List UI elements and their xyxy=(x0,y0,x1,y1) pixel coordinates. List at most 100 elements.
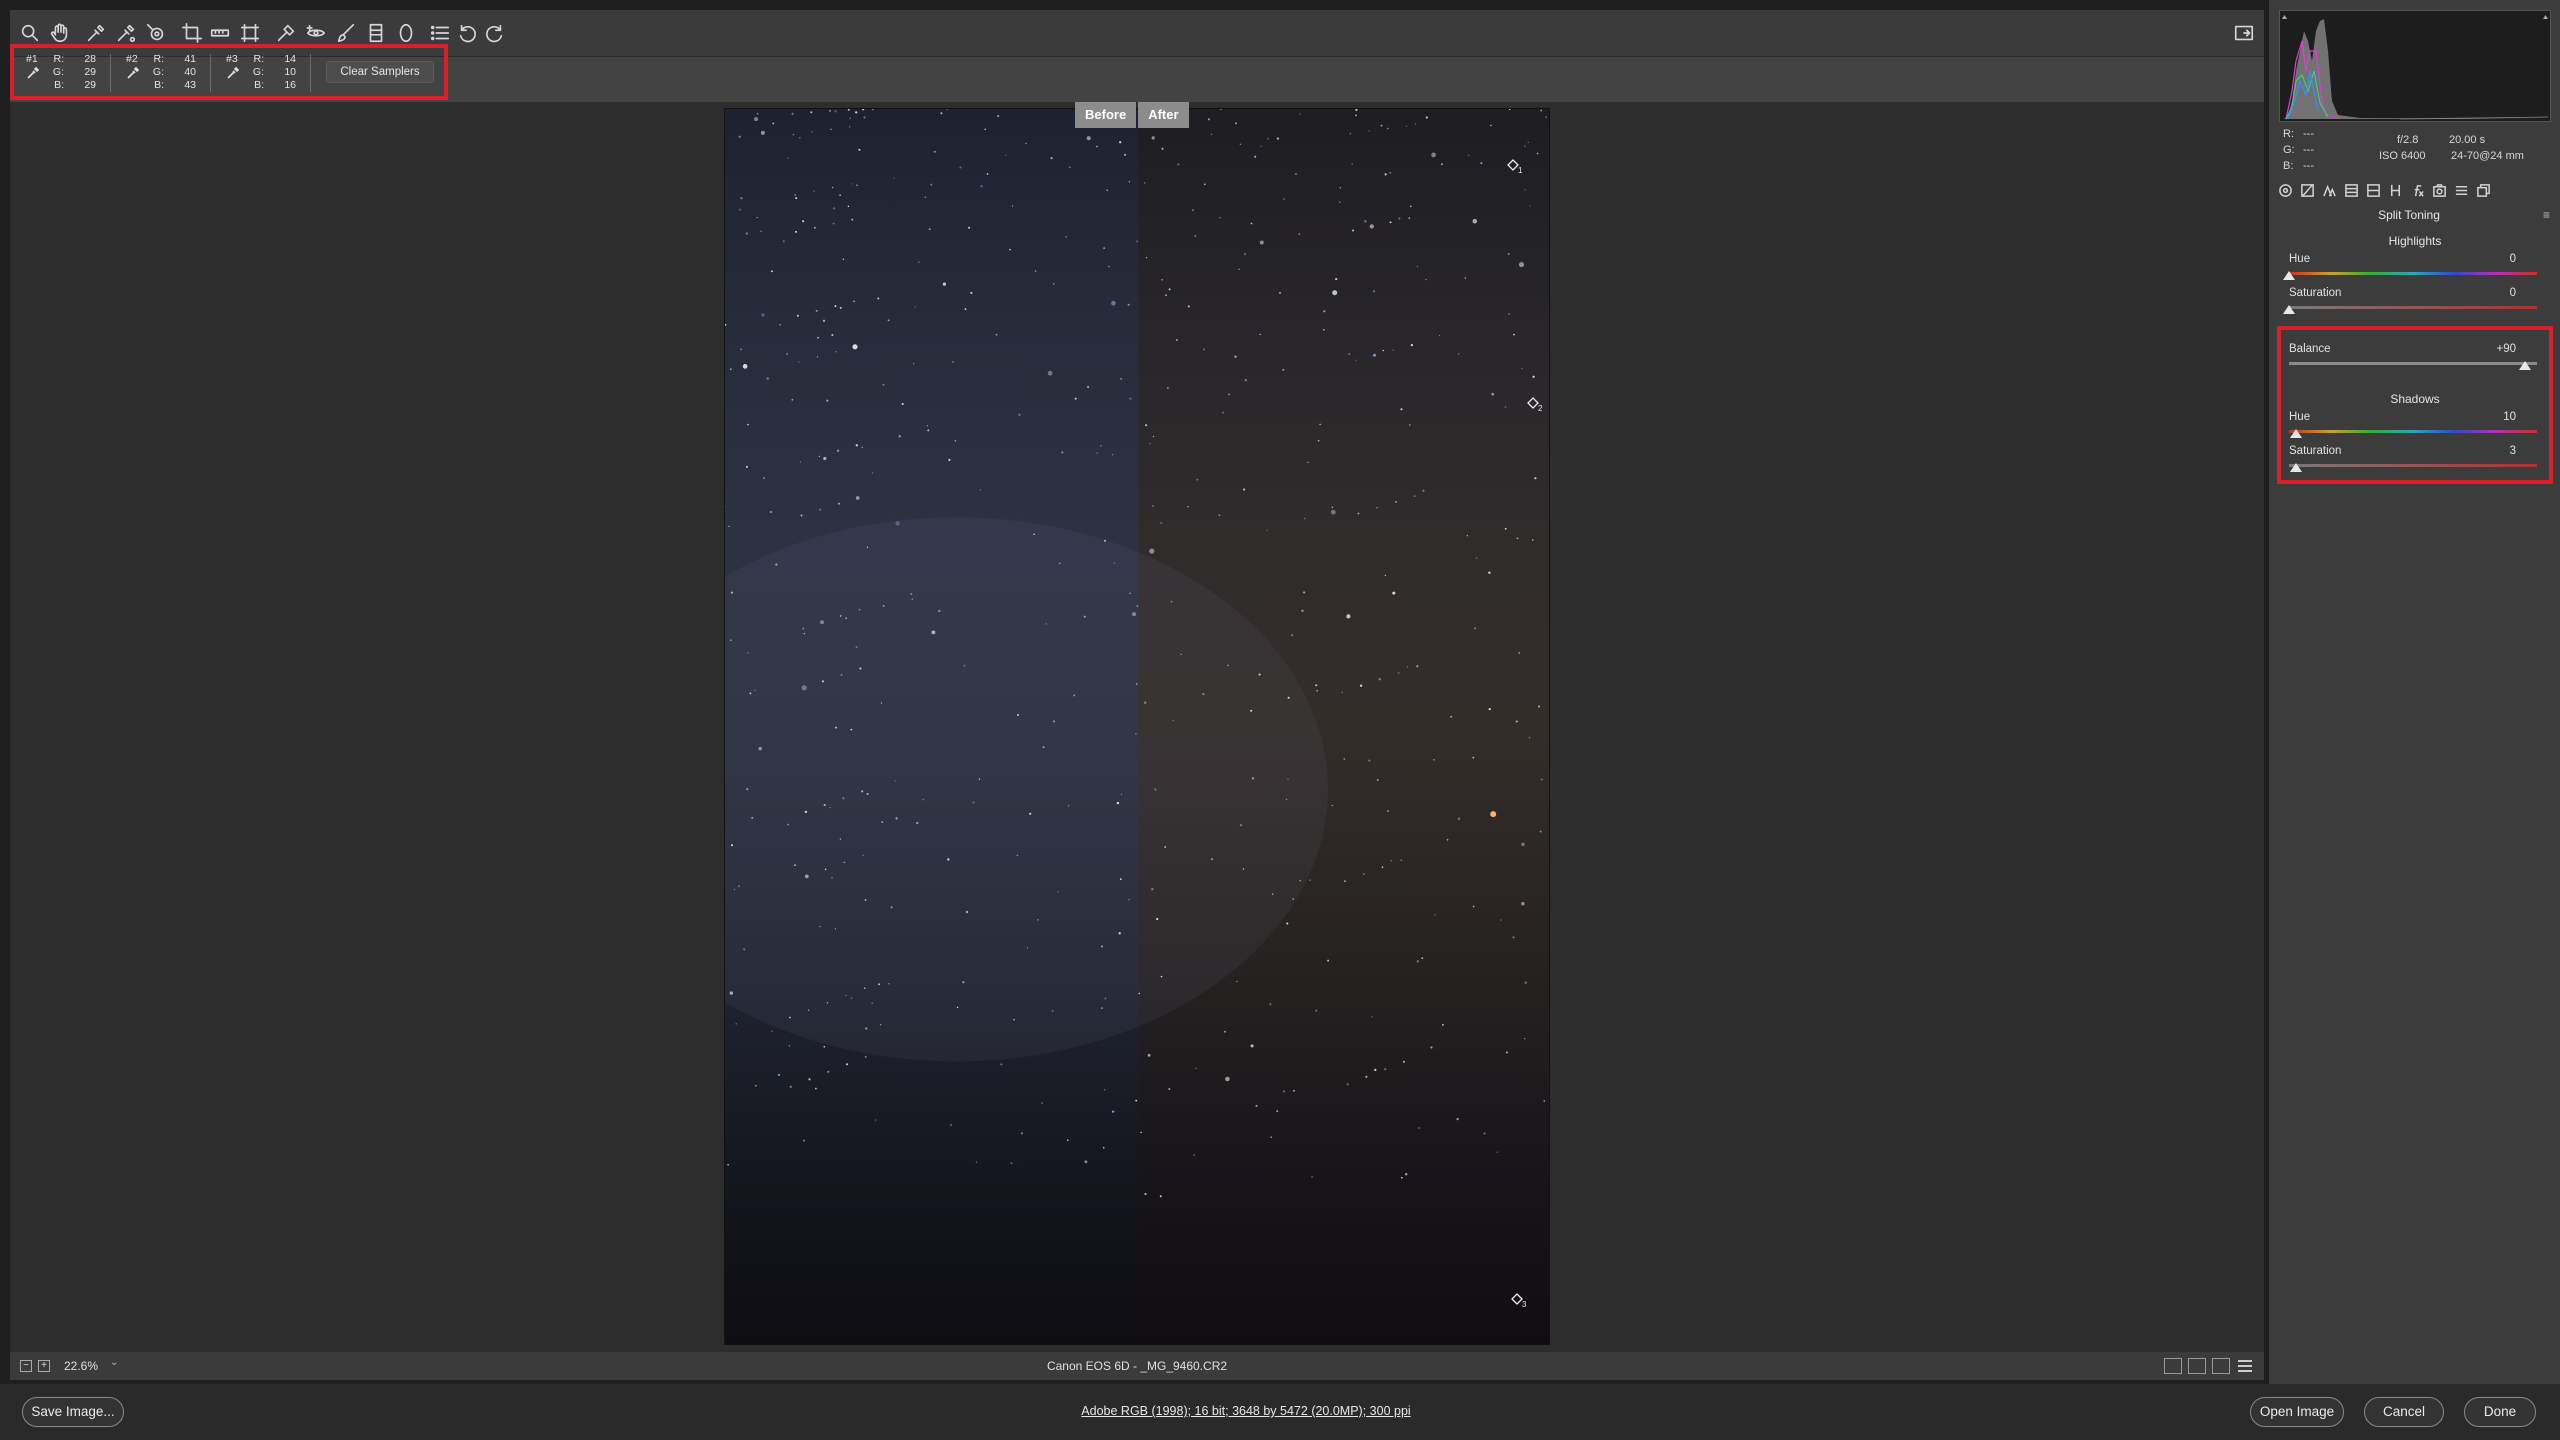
detail-tab-icon[interactable] xyxy=(2321,182,2337,198)
spot-removal-icon[interactable] xyxy=(274,21,298,45)
info-b-value: --- xyxy=(2303,160,2314,172)
shadows-saturation-slider[interactable] xyxy=(2289,464,2537,467)
before-after-labels: Before After xyxy=(1075,102,1189,128)
sampler-marker-label: 3 xyxy=(1522,1300,1527,1309)
crop-icon[interactable] xyxy=(180,21,204,45)
aperture-value: f/2.8 xyxy=(2397,134,2419,146)
green-value: 10 xyxy=(284,66,296,78)
lens-corrections-tab-icon[interactable] xyxy=(2387,182,2403,198)
transform-icon[interactable] xyxy=(238,21,262,45)
iso-value: ISO 6400 xyxy=(2379,150,2426,162)
panel-title: Split Toning xyxy=(2378,208,2440,222)
zoom-icon[interactable] xyxy=(18,21,42,45)
file-name: Canon EOS 6D - _MG_9460.CR2 xyxy=(1046,1359,1228,1373)
highlights-hue-value[interactable]: 0 xyxy=(2510,253,2516,265)
targeted-adjustment-icon[interactable] xyxy=(144,21,168,45)
tone-curve-tab-icon[interactable] xyxy=(2299,182,2315,198)
preview-image[interactable]: 1 2 3 xyxy=(724,108,1550,1345)
panel-tabs xyxy=(2275,182,2555,200)
presets-tab-icon[interactable] xyxy=(2453,182,2469,198)
effects-tab-icon[interactable] xyxy=(2409,182,2425,198)
camera-calibration-tab-icon[interactable] xyxy=(2431,182,2447,198)
sampler-eyedropper-icon[interactable] xyxy=(126,66,140,80)
clear-samplers-button[interactable]: Clear Samplers xyxy=(326,61,434,83)
sampler-marker-2[interactable]: 2 xyxy=(1527,397,1543,413)
presets-list-icon[interactable] xyxy=(428,21,452,45)
color-sampler-icon[interactable] xyxy=(114,21,138,45)
info-g-label: G: xyxy=(2283,144,2295,156)
before-label: Before xyxy=(1075,102,1137,128)
sampler-marker-label: 1 xyxy=(1518,166,1523,175)
cancel-button[interactable]: Cancel xyxy=(2364,1397,2444,1427)
highlights-saturation-label: Saturation xyxy=(2289,287,2342,299)
radial-filter-icon[interactable] xyxy=(394,21,418,45)
basic-tab-icon[interactable] xyxy=(2277,182,2293,198)
sampler-divider xyxy=(110,54,111,92)
blue-label: B: xyxy=(254,79,264,91)
hand-icon[interactable] xyxy=(48,21,72,45)
sampler-eyedropper-icon[interactable] xyxy=(226,66,240,80)
before-after-view-icon[interactable] xyxy=(2164,1358,2182,1374)
green-label: G: xyxy=(52,66,64,78)
shadows-hue-value[interactable]: 10 xyxy=(2503,411,2516,423)
sampler-marker-3[interactable]: 3 xyxy=(1511,1293,1527,1309)
graduated-filter-icon[interactable] xyxy=(364,21,388,45)
shadows-hue-label: Hue xyxy=(2289,411,2311,423)
shadows-hue-slider[interactable] xyxy=(2289,430,2537,433)
red-eye-icon[interactable] xyxy=(304,21,328,45)
sampler-number: #2 xyxy=(126,53,138,65)
blue-label: B: xyxy=(154,79,164,91)
shadows-hue-slider-thumb[interactable] xyxy=(2289,429,2302,438)
dialog-footer: Save Image... Adobe RGB (1998); 16 bit; … xyxy=(0,1384,2560,1440)
swap-settings-icon[interactable] xyxy=(2188,1358,2206,1374)
shadows-saturation-label: Saturation xyxy=(2289,445,2342,457)
split-toning-tab-icon[interactable] xyxy=(2365,182,2381,198)
green-label: G: xyxy=(252,66,264,78)
shadows-saturation-value[interactable]: 3 xyxy=(2510,445,2516,457)
shadows-saturation-slider-thumb[interactable] xyxy=(2290,463,2303,472)
rotate-right-icon[interactable] xyxy=(482,21,506,45)
sampler-marker-1[interactable]: 1 xyxy=(1507,159,1523,175)
sampler-marker-label: 2 xyxy=(1538,404,1543,413)
white-balance-icon[interactable] xyxy=(84,21,108,45)
color-sampler-readout-1: #1 R: G: B: 28 29 29 xyxy=(26,53,106,93)
adjustment-brush-icon[interactable] xyxy=(334,21,358,45)
balance-slider[interactable] xyxy=(2289,362,2537,365)
highlights-saturation-value[interactable]: 0 xyxy=(2510,287,2516,299)
highlights-saturation-slider-thumb[interactable] xyxy=(2283,305,2295,314)
view-settings-icon[interactable] xyxy=(2236,1358,2254,1374)
after-label: After xyxy=(1138,102,1189,128)
red-value: 14 xyxy=(284,53,296,65)
balance-label: Balance xyxy=(2289,343,2331,355)
copy-settings-icon[interactable] xyxy=(2212,1358,2230,1374)
straighten-icon[interactable] xyxy=(208,21,232,45)
balance-slider-thumb[interactable] xyxy=(2518,361,2531,370)
info-g-value: --- xyxy=(2303,144,2314,156)
done-button[interactable]: Done xyxy=(2464,1397,2536,1427)
toolbar xyxy=(10,10,2264,56)
highlights-saturation-slider[interactable] xyxy=(2289,306,2537,309)
open-image-button[interactable]: Open Image xyxy=(2250,1397,2344,1427)
sampler-markers: 1 2 3 xyxy=(1507,159,1543,1309)
highlights-hue-label: Hue xyxy=(2289,253,2311,265)
info-r-label: R: xyxy=(2283,128,2294,140)
highlights-header: Highlights xyxy=(2388,234,2442,248)
hsl-tab-icon[interactable] xyxy=(2343,182,2359,198)
info-r-value: --- xyxy=(2303,128,2314,140)
rotate-left-icon[interactable] xyxy=(456,21,480,45)
workflow-options-link[interactable]: Adobe RGB (1998); 16 bit; 3648 by 5472 (… xyxy=(0,1404,2492,1418)
info-b-label: B: xyxy=(2283,160,2294,172)
green-value: 29 xyxy=(84,66,96,78)
fullscreen-toggle-icon[interactable] xyxy=(2232,21,2256,45)
panel-menu-icon[interactable]: ≡ xyxy=(2543,208,2550,222)
highlights-hue-slider-thumb[interactable] xyxy=(2283,271,2295,280)
snapshots-tab-icon[interactable] xyxy=(2475,182,2491,198)
highlights-hue-slider[interactable] xyxy=(2289,272,2537,275)
adjustments-panel: R: G: B: --- --- --- f/2.8 20.00 s ISO 6… xyxy=(2268,0,2560,1384)
balance-value[interactable]: +90 xyxy=(2496,343,2516,355)
blue-value: 43 xyxy=(184,79,196,91)
highlight-clipping-warning-icon xyxy=(2543,15,2548,19)
sampler-eyedropper-icon[interactable] xyxy=(26,66,40,80)
blue-value: 16 xyxy=(284,79,296,91)
shadow-clipping-warning-icon xyxy=(2282,15,2287,19)
